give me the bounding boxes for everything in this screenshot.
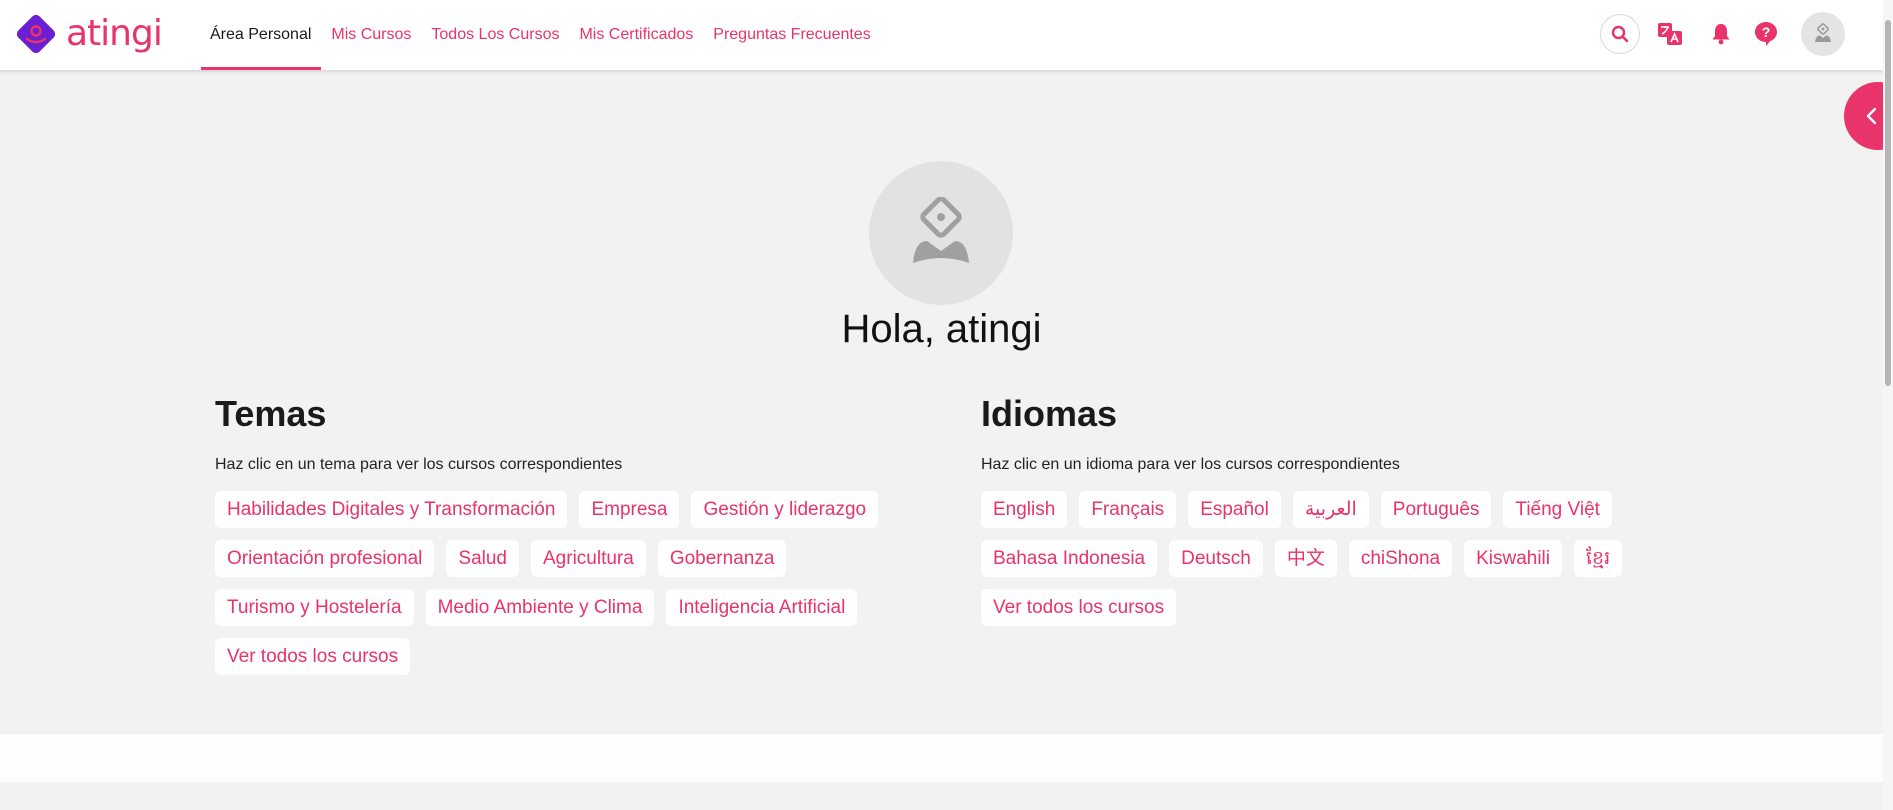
language-pill[interactable]: Français — [1079, 491, 1177, 528]
svg-text:?: ? — [1762, 24, 1771, 40]
nav-todos-los-cursos[interactable]: Todos Los Cursos — [421, 0, 569, 70]
user-avatar-icon — [1815, 23, 1831, 42]
languages-list: English Français Español العربية Portugu… — [981, 491, 1671, 638]
view-all-courses-link[interactable]: Ver todos los cursos — [215, 638, 411, 675]
chevron-left-icon — [1866, 107, 1877, 125]
main-nav: Área Personal Mis Cursos Todos Los Curso… — [201, 0, 881, 70]
topics-title: Temas — [215, 393, 327, 434]
topic-pill[interactable]: Salud — [446, 540, 519, 577]
languages-section: Idiomas Haz clic en un idioma para ver l… — [981, 390, 1671, 638]
view-all-courses-link[interactable]: Ver todos los cursos — [981, 589, 1177, 626]
notifications-button[interactable] — [1701, 14, 1741, 54]
topic-pill[interactable]: Empresa — [579, 491, 680, 528]
language-pill[interactable]: Español — [1188, 491, 1281, 528]
search-button[interactable] — [1600, 14, 1640, 54]
topic-pill[interactable]: Agricultura — [531, 540, 646, 577]
nav-mis-certificados[interactable]: Mis Certificados — [569, 0, 703, 70]
languages-title: Idiomas — [981, 393, 1118, 434]
bell-icon — [1712, 24, 1730, 45]
footer-strip — [0, 734, 1883, 782]
language-pill[interactable]: Tiếng Việt — [1503, 491, 1612, 528]
topic-pill[interactable]: Gestión y liderazgo — [691, 491, 879, 528]
atingi-logo-icon — [16, 14, 56, 54]
topic-pill[interactable]: Turismo y Hostelería — [215, 589, 414, 626]
topic-pill[interactable]: Habilidades Digitales y Transformación — [215, 491, 568, 528]
language-pill[interactable]: English — [981, 491, 1068, 528]
user-placeholder-icon — [913, 197, 969, 263]
topics-list: Habilidades Digitales y Transformación E… — [215, 491, 905, 687]
language-pill[interactable]: Português — [1380, 491, 1492, 528]
nav-area-personal[interactable]: Área Personal — [201, 0, 322, 70]
topic-pill[interactable]: Orientación profesional — [215, 540, 435, 577]
language-pill[interactable]: Bahasa Indonesia — [981, 540, 1158, 577]
brand-name: atingi — [66, 13, 163, 54]
top-navigation-bar: atingi Área Personal Mis Cursos Todos Lo… — [0, 0, 1883, 70]
language-pill[interactable]: chiShona — [1348, 540, 1453, 577]
language-pill[interactable]: ខ្មែរ — [1574, 540, 1623, 577]
user-avatar-button[interactable] — [1801, 12, 1845, 56]
help-icon: ? — [1755, 22, 1777, 46]
language-button[interactable] — [1650, 14, 1690, 54]
footer-area — [0, 782, 1883, 810]
translate-icon — [1658, 23, 1682, 45]
language-pill[interactable]: العربية — [1292, 491, 1369, 528]
language-pill[interactable]: Kiswahili — [1464, 540, 1562, 577]
atingi-logo[interactable]: atingi — [14, 12, 163, 56]
topic-pill[interactable]: Gobernanza — [657, 540, 787, 577]
search-icon — [1611, 25, 1629, 43]
scrollbar-thumb[interactable] — [1885, 20, 1891, 386]
help-button[interactable]: ? — [1746, 14, 1786, 54]
profile-avatar — [869, 161, 1013, 305]
language-pill[interactable]: 中文 — [1274, 540, 1337, 577]
language-pill[interactable]: Deutsch — [1169, 540, 1263, 577]
page-scrollbar[interactable] — [1883, 0, 1893, 810]
topic-pill[interactable]: Medio Ambiente y Clima — [425, 589, 655, 626]
nav-mis-cursos[interactable]: Mis Cursos — [321, 0, 421, 70]
topic-pill[interactable]: Inteligencia Artificial — [666, 589, 858, 626]
greeting-heading: Hola, atingi — [841, 307, 1042, 351]
nav-preguntas-frecuentes[interactable]: Preguntas Frecuentes — [703, 0, 880, 70]
topics-section: Temas Haz clic en un tema para ver los c… — [215, 390, 905, 687]
topics-subtitle: Haz clic en un tema para ver los cursos … — [215, 456, 623, 473]
languages-subtitle: Haz clic en un idioma para ver los curso… — [981, 456, 1400, 473]
